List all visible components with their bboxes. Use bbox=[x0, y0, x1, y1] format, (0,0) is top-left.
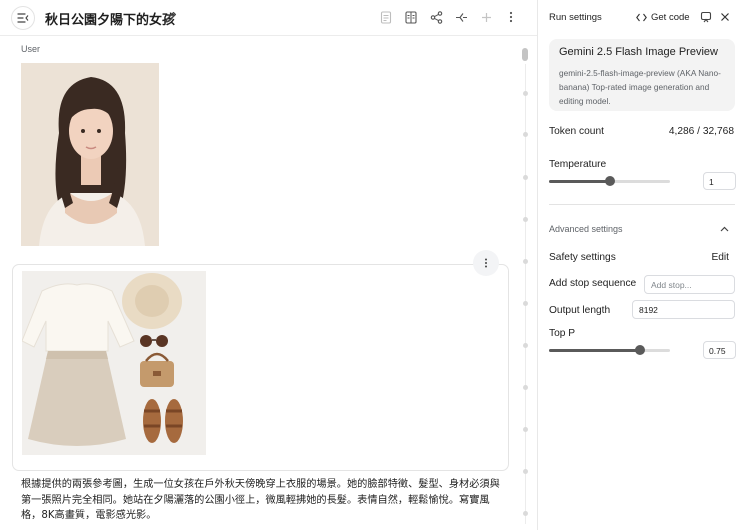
run-settings-title: Run settings bbox=[549, 12, 602, 23]
safety-settings-label: Safety settings bbox=[549, 252, 616, 263]
branch-icon[interactable] bbox=[454, 10, 468, 24]
safety-edit-button[interactable]: Edit bbox=[711, 252, 729, 263]
user-role-label: User bbox=[21, 44, 41, 54]
stop-sequence-input[interactable]: Add stop... bbox=[644, 275, 735, 294]
get-code-label: Get code bbox=[651, 12, 690, 23]
scroll-marker[interactable] bbox=[523, 427, 528, 432]
temperature-label: Temperature bbox=[549, 159, 607, 170]
top-p-label: Top P bbox=[549, 328, 576, 339]
top-p-slider[interactable] bbox=[549, 345, 670, 355]
menu-toggle-button[interactable] bbox=[11, 6, 35, 30]
output-length-input[interactable]: 8192 bbox=[632, 300, 735, 319]
token-count-label: Token count bbox=[549, 126, 604, 137]
compare-icon[interactable] bbox=[404, 10, 418, 24]
token-count-value: 4,286 / 32,768 bbox=[668, 126, 734, 137]
reference-portrait-image[interactable] bbox=[21, 63, 159, 246]
outfit-flatlay-image[interactable] bbox=[22, 271, 206, 455]
scroll-marker[interactable] bbox=[523, 259, 528, 264]
share-icon[interactable] bbox=[429, 10, 443, 24]
chat-panel: User 根據提供的兩張參考圖，生成一位女孩在戶外秋天傍晚穿上衣服的場景。她的臉… bbox=[0, 36, 537, 530]
outfit-reference-card bbox=[12, 264, 509, 471]
model-name: Gemini 2.5 Flash Image Preview bbox=[559, 46, 718, 58]
scroll-thumb[interactable] bbox=[522, 48, 528, 61]
page-title: 秋日公園夕陽下的女孩 bbox=[45, 13, 176, 28]
advanced-settings-label[interactable]: Advanced settings bbox=[549, 224, 623, 234]
message-options-button[interactable] bbox=[473, 250, 499, 276]
notes-icon[interactable] bbox=[379, 10, 393, 24]
temperature-input[interactable]: 1 bbox=[703, 172, 736, 190]
code-icon bbox=[636, 13, 647, 22]
output-length-label: Output length bbox=[549, 305, 611, 316]
edit-icon[interactable] bbox=[164, 10, 178, 24]
temperature-slider[interactable] bbox=[549, 176, 670, 186]
top-p-slider-fill bbox=[549, 349, 640, 352]
more-vert-icon bbox=[485, 258, 487, 268]
section-divider bbox=[549, 204, 735, 205]
user-prompt-text: 根據提供的兩張參考圖，生成一位女孩在戶外秋天傍晚穿上衣服的場景。她的臉部特徵、髮… bbox=[21, 479, 500, 521]
scroll-marker[interactable] bbox=[523, 301, 528, 306]
temperature-slider-fill bbox=[549, 180, 610, 183]
top-p-slider-knob[interactable] bbox=[634, 345, 645, 355]
run-settings-panel: Run settings Get code Gemini 2.5 Flash I… bbox=[537, 0, 740, 530]
scroll-marker[interactable] bbox=[523, 217, 528, 222]
scroll-marker[interactable] bbox=[523, 469, 528, 474]
add-icon[interactable] bbox=[479, 10, 493, 24]
stop-sequence-label: Add stop sequence bbox=[549, 278, 637, 289]
chevron-up-icon[interactable] bbox=[720, 226, 729, 232]
scroll-marker[interactable] bbox=[523, 343, 528, 348]
scroll-marker[interactable] bbox=[523, 385, 528, 390]
temperature-slider-knob[interactable] bbox=[604, 176, 615, 186]
reset-icon[interactable] bbox=[699, 10, 713, 24]
more-vert-icon[interactable] bbox=[504, 10, 518, 24]
close-icon[interactable] bbox=[718, 10, 732, 24]
chat-header: 秋日公園夕陽下的女孩 bbox=[0, 0, 537, 36]
get-code-button[interactable]: Get code bbox=[636, 12, 690, 23]
top-p-input[interactable]: 0.75 bbox=[703, 341, 736, 359]
model-selector-card[interactable]: Gemini 2.5 Flash Image Preview gemini-2.… bbox=[549, 39, 735, 111]
scroll-marker[interactable] bbox=[523, 175, 528, 180]
scroll-marker[interactable] bbox=[523, 511, 528, 516]
scroll-marker[interactable] bbox=[523, 91, 528, 96]
model-description: gemini-2.5-flash-image-preview (AKA Nano… bbox=[559, 68, 721, 106]
menu-icon bbox=[17, 13, 29, 23]
scroll-marker[interactable] bbox=[523, 132, 528, 137]
